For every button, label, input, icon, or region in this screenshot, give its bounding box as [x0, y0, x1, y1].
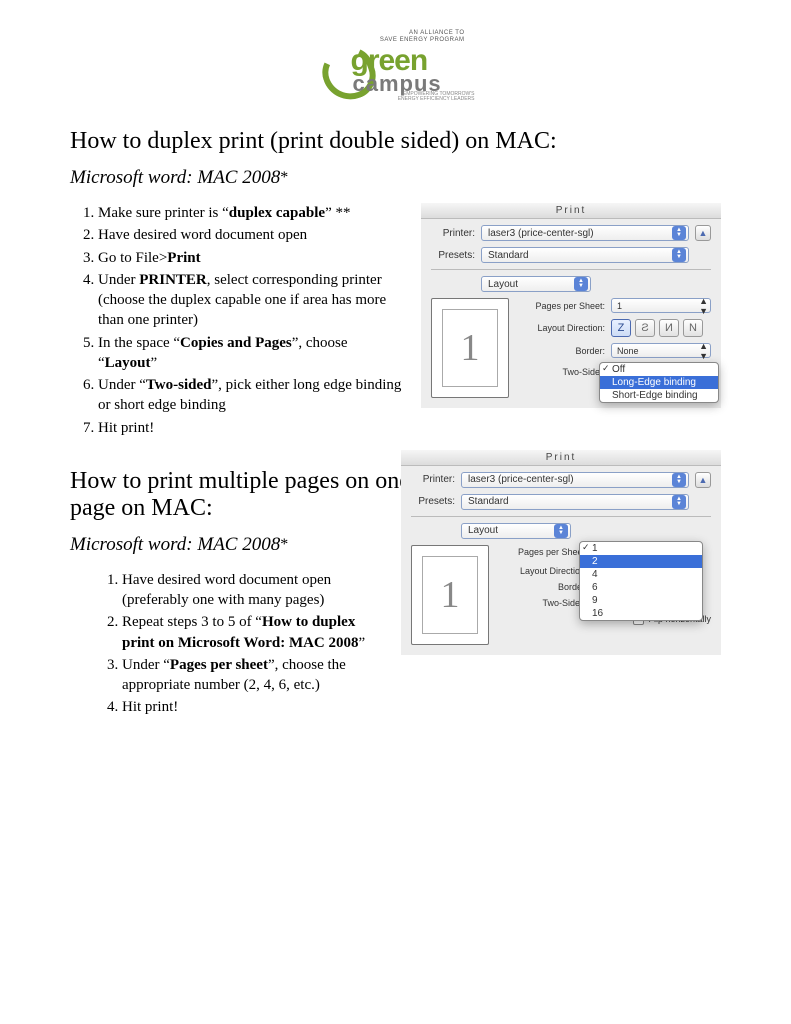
- layout-direction-label: Layout Direction:: [519, 323, 605, 333]
- logo-green: green: [351, 48, 442, 74]
- chevron-updown-icon: ▲▼: [672, 248, 686, 262]
- list-item: Have desired word document open (prefera…: [122, 570, 389, 611]
- chevron-updown-icon: ▲▼: [672, 495, 686, 509]
- chevron-updown-icon: ▲▼: [554, 524, 568, 538]
- section-value: Layout: [488, 279, 518, 290]
- logo-tag-top1: AN ALLIANCE TO: [409, 30, 464, 36]
- twosided-popup[interactable]: Off Long-Edge binding Short-Edge binding: [599, 362, 719, 403]
- printer-label: Printer:: [431, 228, 475, 239]
- pps-dropdown[interactable]: 1 ▲▼: [611, 298, 711, 313]
- list-item: Under PRINTER, select corresponding prin…: [98, 270, 409, 331]
- list-item: Repeat steps 3 to 5 of “How to duplex pr…: [122, 612, 389, 653]
- list-item: Go to File>Print: [98, 248, 409, 268]
- twosided-option-short[interactable]: Short-Edge binding: [600, 389, 718, 402]
- logo-tag-bot2: ENERGY EFFICIENCY LEADERS: [398, 96, 475, 102]
- list-item: Under “Pages per sheet”, choose the appr…: [122, 655, 389, 696]
- twosided-label: Two-Sided: [519, 367, 605, 377]
- list-item: Hit print!: [98, 418, 409, 438]
- expand-button[interactable]: ▲: [695, 472, 711, 488]
- layout-direction-btn-1[interactable]: Z: [611, 319, 631, 337]
- layout-direction-btn-4[interactable]: N: [683, 319, 703, 337]
- presets-label: Presets:: [411, 496, 455, 507]
- presets-dropdown[interactable]: Standard ▲▼: [481, 247, 689, 263]
- section1-steps: Make sure printer is “duplex capable” **…: [98, 203, 409, 438]
- list-item: Have desired word document open: [98, 225, 409, 245]
- chevron-updown-icon: ▲▼: [574, 277, 588, 291]
- pps-label: Pages per Sheet: [499, 547, 585, 557]
- twosided-option-off[interactable]: Off: [600, 363, 718, 376]
- border-label: Border: [499, 582, 585, 592]
- twosided-label: Two-Sided: [499, 598, 585, 608]
- presets-value: Standard: [468, 496, 509, 507]
- list-item: Make sure printer is “duplex capable” **: [98, 203, 409, 223]
- section1-ast: *: [280, 169, 288, 186]
- page-preview: 1: [411, 545, 489, 645]
- print-dialog-2: Print Printer: laser3 (price-center-sgl)…: [401, 450, 721, 655]
- printer-value: laser3 (price-center-sgl): [468, 474, 574, 485]
- pps-value: 1: [617, 301, 622, 311]
- chevron-updown-icon: ▲▼: [699, 296, 708, 316]
- section-dropdown[interactable]: Layout ▲▼: [481, 276, 591, 292]
- printer-label: Printer:: [411, 474, 455, 485]
- pps-option[interactable]: 6: [580, 581, 702, 594]
- layout-direction-label: Layout Direction: [499, 566, 585, 576]
- pps-option[interactable]: 16: [580, 607, 702, 620]
- list-item: Hit print!: [122, 697, 389, 717]
- section-dropdown[interactable]: Layout ▲▼: [461, 523, 571, 539]
- pps-option[interactable]: 1: [580, 542, 702, 555]
- pps-option[interactable]: 2: [580, 555, 702, 568]
- logo-block: AN ALLIANCE TO SAVE ENERGY PROGRAM green…: [70, 30, 721, 110]
- twosided-option-long[interactable]: Long-Edge binding: [600, 376, 718, 389]
- list-item: Under “Two-sided”, pick either long edge…: [98, 375, 409, 416]
- presets-label: Presets:: [431, 250, 475, 261]
- border-value: None: [617, 346, 639, 356]
- printer-dropdown[interactable]: laser3 (price-center-sgl) ▲▼: [481, 225, 689, 241]
- printer-dropdown[interactable]: laser3 (price-center-sgl) ▲▼: [461, 472, 689, 488]
- preview-page-number: 1: [442, 309, 498, 387]
- chevron-updown-icon: ▲▼: [672, 226, 686, 240]
- chevron-updown-icon: ▲▼: [699, 341, 708, 361]
- layout-direction-btn-3[interactable]: И: [659, 319, 679, 337]
- section2-steps: Have desired word document open (prefera…: [122, 570, 389, 718]
- section2-ast: *: [280, 536, 288, 553]
- pps-label: Pages per Sheet:: [519, 301, 605, 311]
- presets-dropdown[interactable]: Standard ▲▼: [461, 494, 689, 510]
- section1-subtitle: Microsoft word: MAC 2008*: [70, 167, 721, 189]
- presets-value: Standard: [488, 250, 529, 261]
- list-item: In the space “Copies and Pages”, choose …: [98, 333, 409, 374]
- section2-subtitle-text: Microsoft word: MAC 2008: [70, 534, 280, 555]
- border-label: Border:: [519, 346, 605, 356]
- printer-value: laser3 (price-center-sgl): [488, 228, 594, 239]
- pps-option[interactable]: 9: [580, 594, 702, 607]
- pps-option[interactable]: 4: [580, 568, 702, 581]
- dialog-title: Print: [421, 203, 721, 219]
- section2-title: How to print multiple pages on one page …: [70, 468, 410, 522]
- page-preview: 1: [431, 298, 509, 398]
- expand-button[interactable]: ▲: [695, 225, 711, 241]
- dialog-title: Print: [401, 450, 721, 466]
- section1-title: How to duplex print (print double sided)…: [70, 128, 721, 155]
- print-dialog-1: Print Printer: laser3 (price-center-sgl)…: [421, 203, 721, 408]
- section1-subtitle-text: Microsoft word: MAC 2008: [70, 167, 280, 188]
- chevron-updown-icon: ▲▼: [672, 473, 686, 487]
- section-value: Layout: [468, 525, 498, 536]
- preview-page-number: 1: [422, 556, 478, 634]
- logo-tag-top2: SAVE ENERGY PROGRAM: [380, 37, 465, 43]
- pps-popup[interactable]: 1 2 4 6 9 16: [579, 541, 703, 621]
- border-dropdown[interactable]: None ▲▼: [611, 343, 711, 358]
- layout-direction-btn-2[interactable]: Ƨ: [635, 319, 655, 337]
